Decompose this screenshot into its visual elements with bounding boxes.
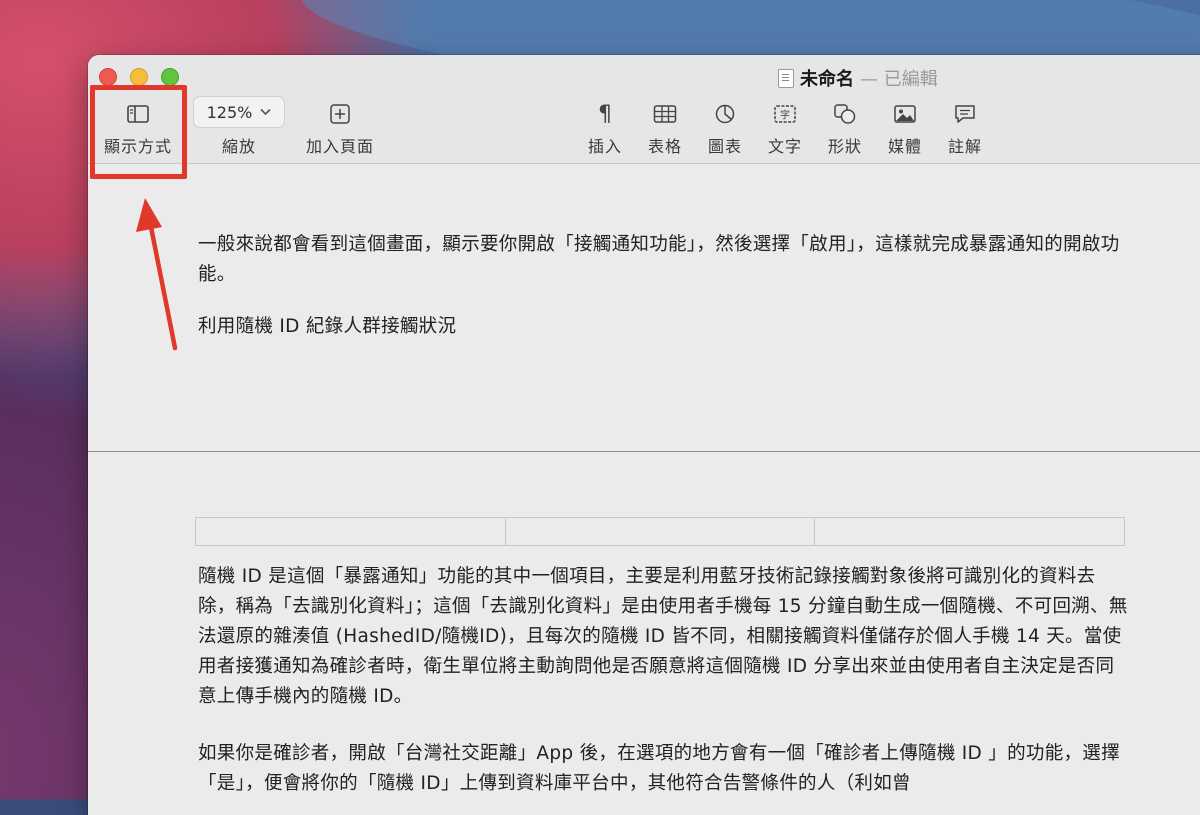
pie-chart-icon — [703, 101, 747, 127]
zoom-value: 125% — [206, 102, 253, 122]
zoom-control[interactable]: 125% 縮放 — [193, 96, 285, 157]
document-title: 未命名 — 已編輯 — [778, 65, 938, 91]
table-label: 表格 — [647, 137, 682, 156]
close-button[interactable] — [99, 68, 117, 86]
text-box-icon: 字 — [763, 101, 807, 127]
zoom-label: 縮放 — [221, 137, 256, 156]
chevron-down-icon — [260, 108, 271, 116]
comment-icon — [943, 101, 987, 127]
zoom-window-button[interactable] — [161, 68, 179, 86]
pages-window: 未命名 — 已編輯 顯示方式 125% 縮放 加入頁面 ¶ 插入 表格 圖表 字… — [88, 55, 1200, 815]
insert-button[interactable]: ¶ 插入 — [583, 101, 627, 157]
document-name: 未命名 — [800, 69, 854, 90]
chart-label: 圖表 — [707, 137, 742, 156]
insert-label: 插入 — [587, 137, 622, 156]
chart-button[interactable]: 圖表 — [703, 101, 747, 157]
comment-button[interactable]: 註解 — [943, 101, 987, 157]
titlebar: 未命名 — 已編輯 顯示方式 125% 縮放 加入頁面 ¶ 插入 表格 圖表 字… — [88, 55, 1200, 164]
shape-label: 形狀 — [827, 137, 862, 156]
zoom-select[interactable]: 125% — [193, 96, 285, 128]
add-page-label: 加入頁面 — [305, 137, 374, 156]
table-button[interactable]: 表格 — [643, 101, 687, 157]
table-icon — [643, 101, 687, 127]
media-label: 媒體 — [887, 137, 922, 156]
table-cell[interactable] — [815, 518, 1124, 545]
table-cell[interactable] — [196, 518, 506, 545]
svg-text:字: 字 — [780, 109, 790, 122]
document-canvas[interactable]: 一般來說都會看到這個畫面，顯示要你開啟「接觸通知功能」，然後選擇「啟用」，這樣就… — [88, 164, 1200, 815]
shape-button[interactable]: 形狀 — [823, 101, 867, 157]
table-cell[interactable] — [506, 518, 816, 545]
plus-square-icon — [300, 101, 380, 127]
paragraph-2[interactable]: 隨機 ID 是這個「暴露通知」功能的其中一個項目，主要是利用藍牙技術記錄接觸對象… — [198, 562, 1128, 712]
media-button[interactable]: 媒體 — [883, 101, 927, 157]
empty-table[interactable] — [195, 517, 1125, 546]
heading-random-id[interactable]: 利用隨機 ID 紀錄人群接觸狀況 — [198, 312, 1128, 342]
paragraph-3[interactable]: 如果你是確診者，開啟「台灣社交距離」App 後，在選項的地方會有一個「確診者上傳… — [198, 739, 1128, 799]
shape-icon — [823, 101, 867, 127]
text-button[interactable]: 字 文字 — [763, 101, 807, 157]
paragraph-1[interactable]: 一般來說都會看到這個畫面，顯示要你開啟「接觸通知功能」，然後選擇「啟用」，這樣就… — [198, 230, 1128, 290]
add-page-button[interactable]: 加入頁面 — [300, 101, 380, 157]
highlight-box — [90, 85, 187, 179]
page-break-line — [88, 451, 1200, 452]
document-icon — [778, 68, 794, 88]
minimize-button[interactable] — [130, 68, 148, 86]
document-status: — 已編輯 — [860, 69, 938, 90]
comment-label: 註解 — [947, 137, 982, 156]
pilcrow-icon: ¶ — [598, 101, 612, 127]
text-label: 文字 — [767, 137, 802, 156]
photo-icon — [883, 101, 927, 127]
